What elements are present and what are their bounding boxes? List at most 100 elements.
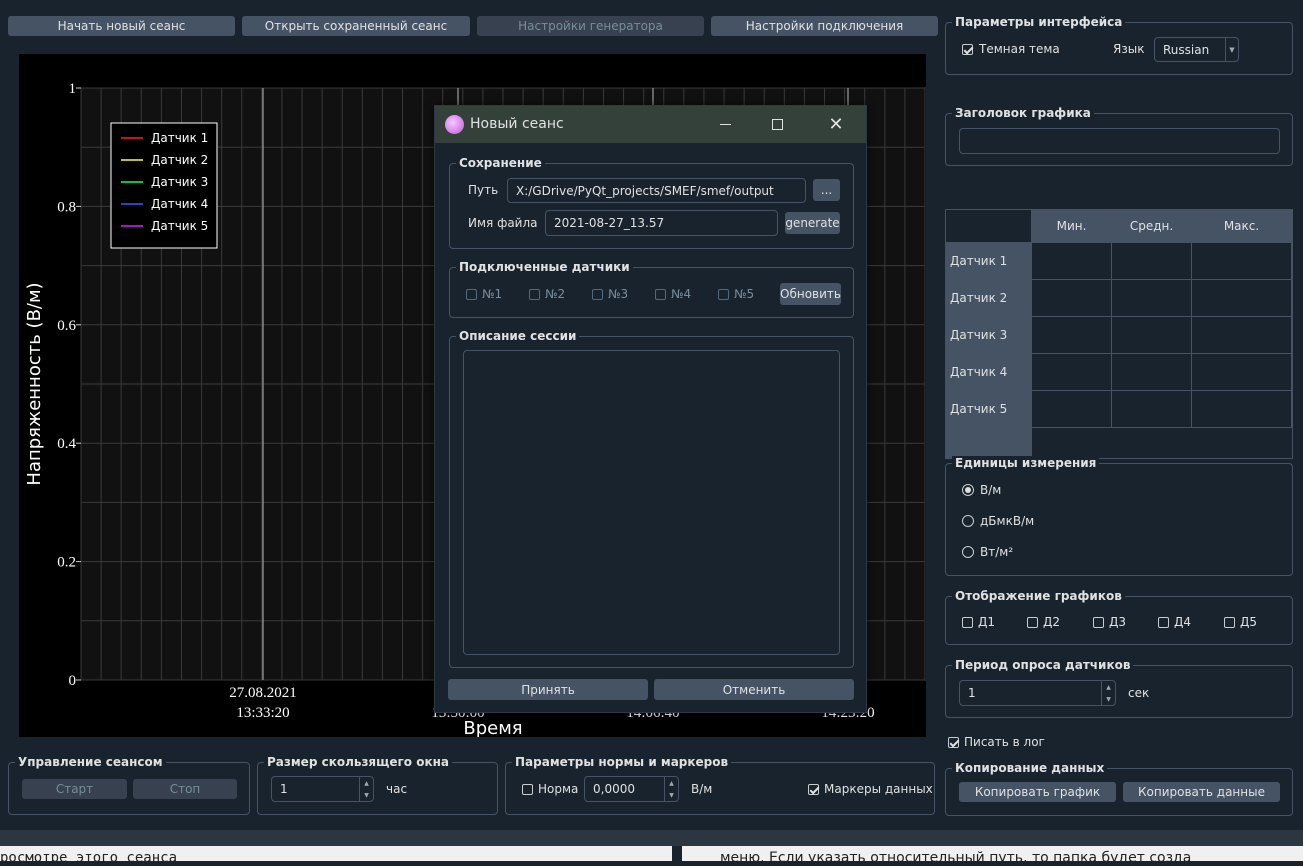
filename-input[interactable]: 2021-08-27_13.57 bbox=[545, 210, 778, 236]
graph-toggle-d4[interactable]: Д4 bbox=[1158, 615, 1191, 629]
table-cell[interactable] bbox=[1112, 317, 1192, 354]
column-header-min[interactable]: Мин. bbox=[1032, 210, 1112, 243]
session-description-group: Описание сессии bbox=[449, 329, 854, 668]
radio-icon[interactable] bbox=[962, 484, 974, 496]
row-header-sensor-4[interactable]: Датчик 4 bbox=[946, 354, 1032, 391]
checkbox-icon[interactable] bbox=[808, 783, 819, 795]
table-cell[interactable] bbox=[1032, 317, 1112, 354]
sensor-checkbox-2[interactable]: №2 bbox=[529, 287, 565, 301]
chart-title-input[interactable] bbox=[959, 128, 1280, 154]
radio-icon[interactable] bbox=[962, 546, 974, 558]
refresh-sensors-button[interactable]: Обновить bbox=[780, 283, 841, 305]
minimize-icon[interactable] bbox=[713, 110, 737, 138]
chevron-down-icon[interactable]: ▼ bbox=[1225, 38, 1238, 61]
generator-settings-button[interactable]: Настройки генератора bbox=[477, 16, 704, 36]
accept-button[interactable]: Принять bbox=[448, 679, 648, 700]
interface-params-title: Параметры интерфейса bbox=[952, 15, 1126, 29]
close-icon[interactable]: ✕ bbox=[824, 110, 848, 138]
dark-theme-checkbox[interactable]: Темная тема bbox=[962, 42, 1060, 56]
copy-chart-button[interactable]: Копировать график bbox=[959, 782, 1116, 802]
checkbox-icon[interactable] bbox=[718, 288, 729, 300]
legend-label: Датчик 5 bbox=[151, 219, 208, 233]
table-cell[interactable] bbox=[1112, 391, 1192, 428]
row-header-sensor-1[interactable]: Датчик 1 bbox=[946, 243, 1032, 280]
language-value: Russian bbox=[1163, 42, 1210, 57]
checkbox-icon[interactable] bbox=[1158, 616, 1169, 628]
poll-period-spinbox[interactable]: 1 ▲ ▼ bbox=[959, 680, 1116, 706]
graph-toggle-d3[interactable]: Д3 bbox=[1093, 615, 1126, 629]
graph-toggle-d5[interactable]: Д5 bbox=[1224, 615, 1257, 629]
units-option-label: В/м bbox=[980, 483, 1002, 497]
checkbox-icon[interactable] bbox=[1027, 616, 1038, 628]
poll-period-title: Период опроса датчиков bbox=[952, 658, 1134, 672]
row-header-sensor-2[interactable]: Датчик 2 bbox=[946, 280, 1032, 317]
table-cell[interactable] bbox=[1032, 354, 1112, 391]
checkbox-icon[interactable] bbox=[592, 288, 603, 300]
copy-data-button[interactable]: Копировать данные bbox=[1123, 782, 1280, 802]
sensor-checkbox-1[interactable]: №1 bbox=[466, 287, 502, 301]
checkbox-icon[interactable] bbox=[1093, 616, 1104, 628]
sliding-window-spinbox[interactable]: 1 ▲ ▼ bbox=[271, 776, 374, 802]
table-cell[interactable] bbox=[1032, 243, 1112, 280]
table-cell[interactable] bbox=[1032, 391, 1112, 428]
write-log-label: Писать в лог bbox=[964, 735, 1045, 749]
poll-period-unit: сек bbox=[1128, 686, 1150, 700]
row-header-sensor-5[interactable]: Датчик 5 bbox=[946, 391, 1032, 428]
spin-arrows-icon[interactable]: ▲ ▼ bbox=[359, 777, 373, 801]
path-input[interactable]: X:/GDrive/PyQt_projects/SMEF/smef/output bbox=[507, 178, 806, 203]
checkbox-icon[interactable] bbox=[522, 783, 533, 795]
table-cell[interactable] bbox=[1192, 280, 1292, 317]
table-cell[interactable] bbox=[1192, 391, 1292, 428]
checkbox-icon[interactable] bbox=[655, 288, 666, 300]
dark-theme-check-box[interactable] bbox=[962, 43, 973, 55]
column-header-max[interactable]: Макс. bbox=[1192, 210, 1292, 243]
table-cell[interactable] bbox=[1112, 243, 1192, 280]
write-log-checkbox[interactable]: Писать в лог bbox=[948, 735, 1045, 749]
table-cell[interactable] bbox=[1032, 280, 1112, 317]
maximize-icon[interactable] bbox=[765, 110, 789, 138]
dialog-title: Новый сеанс bbox=[470, 116, 564, 132]
checkbox-icon[interactable] bbox=[1224, 616, 1235, 628]
row-header-sensor-3[interactable]: Датчик 3 bbox=[946, 317, 1032, 354]
open-session-button[interactable]: Открыть сохраненный сеанс bbox=[242, 16, 470, 36]
spin-arrows-icon[interactable]: ▲ ▼ bbox=[664, 777, 678, 801]
session-description-textarea[interactable] bbox=[463, 350, 840, 655]
stop-button[interactable]: Стоп bbox=[133, 779, 237, 799]
table-corner bbox=[946, 210, 1032, 243]
language-select[interactable]: Russian ▼ bbox=[1154, 37, 1239, 62]
graph-toggle-d2[interactable]: Д2 bbox=[1027, 615, 1060, 629]
sliding-window-unit: час bbox=[386, 782, 408, 796]
norm-checkbox[interactable]: Норма bbox=[522, 782, 578, 796]
checkbox-icon[interactable] bbox=[529, 288, 540, 300]
connection-settings-button[interactable]: Настройки подключения bbox=[711, 16, 938, 36]
graph-toggle-d1[interactable]: Д1 bbox=[962, 615, 995, 629]
checkbox-icon[interactable] bbox=[948, 736, 959, 748]
spin-arrows-icon[interactable]: ▲ ▼ bbox=[1101, 681, 1115, 705]
x-axis-label: Время bbox=[463, 718, 522, 737]
new-session-button[interactable]: Начать новый сеанс bbox=[8, 16, 235, 36]
column-header-avg[interactable]: Средн. bbox=[1112, 210, 1192, 243]
sensor-checkbox-5[interactable]: №5 bbox=[718, 287, 754, 301]
generate-button[interactable]: generate bbox=[785, 212, 840, 234]
dialog-titlebar[interactable]: Новый сеанс ✕ bbox=[435, 106, 866, 143]
data-markers-checkbox[interactable]: Маркеры данных bbox=[808, 782, 933, 796]
checkbox-icon[interactable] bbox=[962, 616, 973, 628]
norm-markers-group: Параметры нормы и маркеров Норма 0,0000 … bbox=[505, 755, 935, 815]
norm-value-spinbox[interactable]: 0,0000 ▲ ▼ bbox=[584, 776, 679, 802]
table-cell[interactable] bbox=[1192, 317, 1292, 354]
sensor-checkbox-4[interactable]: №4 bbox=[655, 287, 691, 301]
table-cell[interactable] bbox=[1192, 243, 1292, 280]
checkbox-icon[interactable] bbox=[466, 288, 477, 300]
radio-icon[interactable] bbox=[962, 515, 974, 527]
cancel-button[interactable]: Отменить bbox=[654, 679, 854, 700]
table-cell[interactable] bbox=[1192, 354, 1292, 391]
units-radio-dbuv[interactable]: дБмкВ/м bbox=[962, 514, 1034, 528]
table-cell[interactable] bbox=[1112, 280, 1192, 317]
units-option-label: дБмкВ/м bbox=[980, 514, 1035, 528]
browse-button[interactable]: ... bbox=[813, 179, 840, 201]
sensor-checkbox-3[interactable]: №3 bbox=[592, 287, 628, 301]
start-button[interactable]: Старт bbox=[22, 779, 127, 799]
table-cell[interactable] bbox=[1112, 354, 1192, 391]
units-radio-wm2[interactable]: Вт/м² bbox=[962, 545, 1013, 559]
units-radio-vm[interactable]: В/м bbox=[962, 483, 1001, 497]
